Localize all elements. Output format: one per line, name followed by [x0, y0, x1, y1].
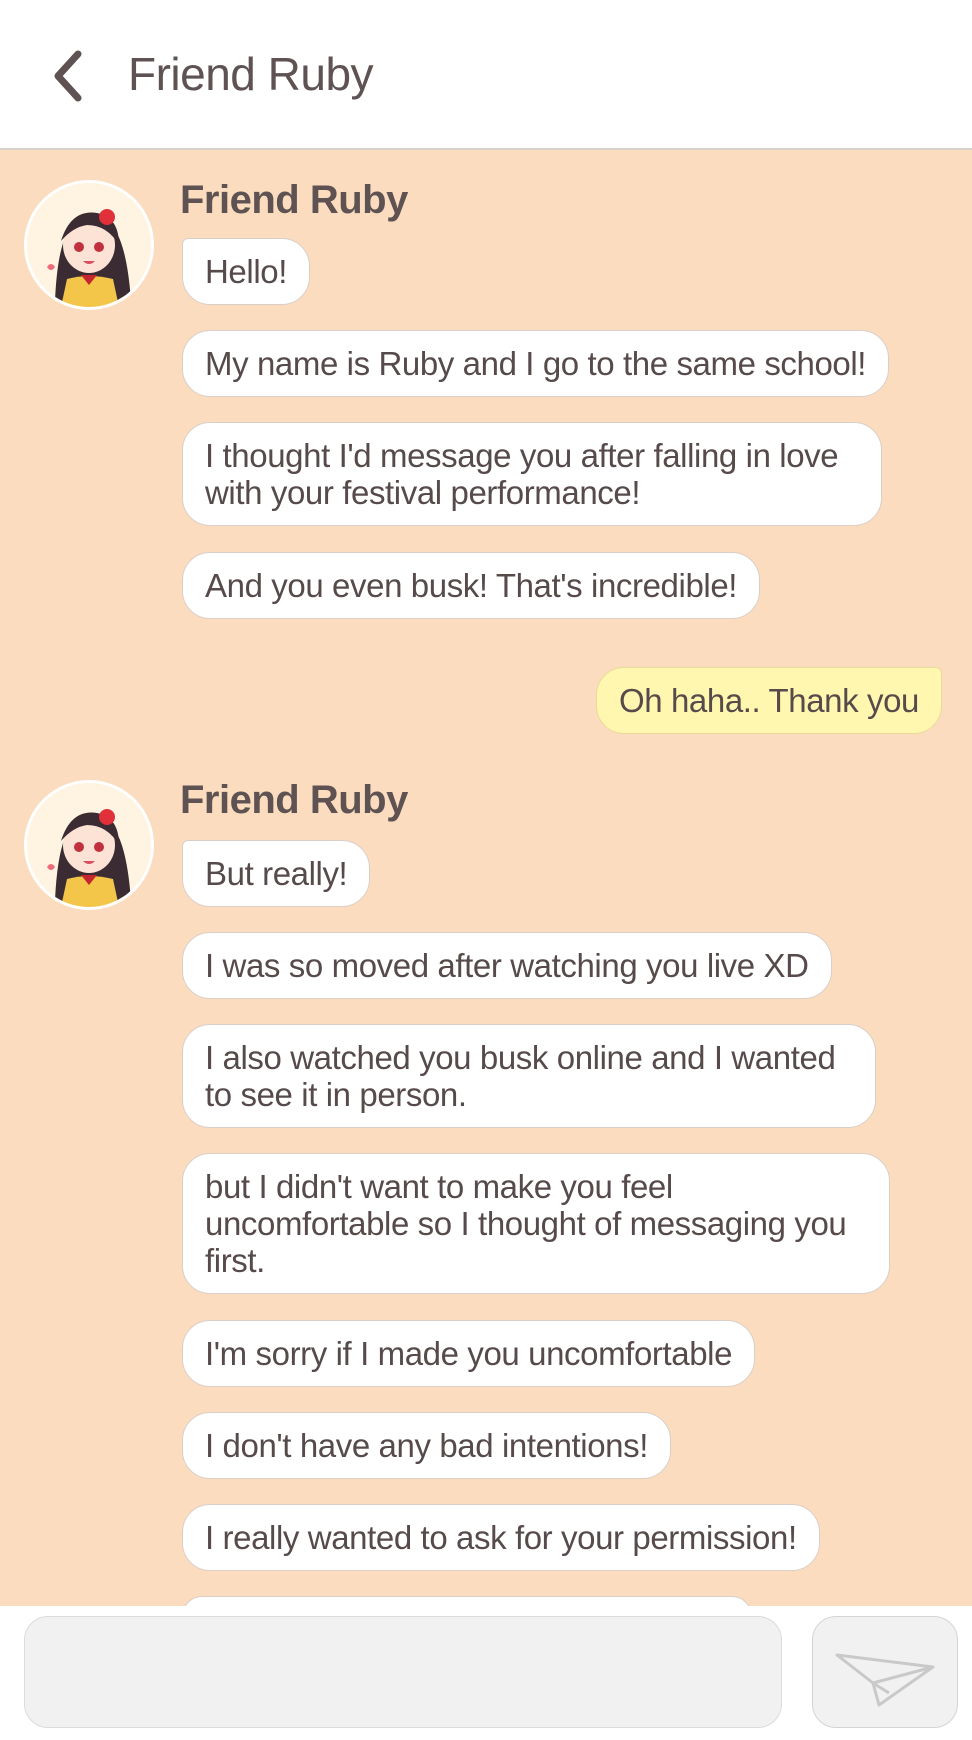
message-bubble[interactable]: Hello! [182, 238, 310, 305]
avatar[interactable] [24, 780, 154, 910]
back-button[interactable] [38, 46, 98, 106]
message-bubble[interactable]: but I didn't want to make you feel uncom… [182, 1153, 890, 1294]
message-bubble[interactable]: I don't have any bad intentions! [182, 1412, 671, 1479]
message-bubble[interactable]: I was so moved after watching you live X… [182, 932, 832, 999]
chat-area[interactable]: Friend Ruby Hello! My name is Ruby and I… [0, 152, 972, 1606]
my-message-bubble[interactable]: Oh haha.. Thank you [595, 667, 942, 734]
avatar[interactable] [24, 180, 154, 310]
chevron-left-icon [54, 50, 82, 102]
message-bubble[interactable]: I thought I'd message you after falling … [182, 422, 882, 526]
page-title: Friend Ruby [128, 48, 374, 100]
message-bubble[interactable]: My name is Ruby and I go to the same sch… [182, 330, 890, 397]
paper-plane-icon [835, 1653, 935, 1707]
ruby-avatar-illustration [27, 183, 151, 307]
message-bubble[interactable]: I really wanted to ask for your permissi… [182, 1504, 820, 1571]
sender-name: Friend Ruby [180, 178, 408, 222]
ruby-avatar-illustration [27, 783, 151, 907]
app-header: Friend Ruby [0, 0, 972, 150]
message-bubble[interactable]: I'm sorry if I made you uncomfortable [182, 1320, 756, 1387]
sender-name: Friend Ruby [180, 778, 408, 822]
message-composer [0, 1606, 972, 1740]
message-bubble-partial [182, 1596, 752, 1606]
message-input[interactable] [24, 1616, 782, 1728]
message-bubble[interactable]: I also watched you busk online and I wan… [182, 1024, 876, 1128]
send-button[interactable] [812, 1616, 958, 1728]
message-bubble[interactable]: And you even busk! That's incredible! [182, 552, 761, 619]
message-bubble[interactable]: But really! [182, 840, 371, 907]
